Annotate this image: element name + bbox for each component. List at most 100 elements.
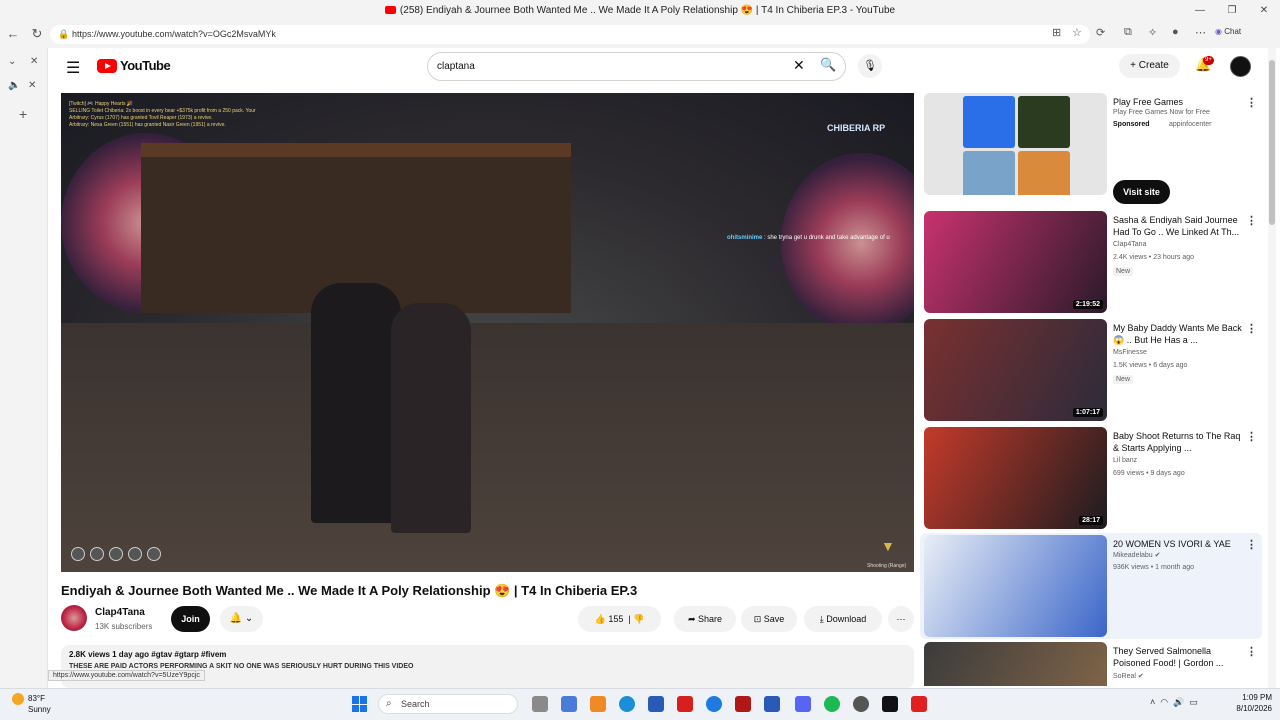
clock-time: 1:09 PM (1242, 693, 1272, 702)
taskbar-clock[interactable]: 1:09 PM 8/10/2026 (1226, 692, 1272, 714)
pinned-app-icon[interactable] (911, 696, 927, 712)
ad-title[interactable]: Play Free Games (1113, 96, 1248, 108)
mail-icon[interactable] (764, 696, 780, 712)
recommendation-channel[interactable]: SoReal ✔ (1113, 672, 1144, 680)
collections-icon[interactable]: ⧉ (1124, 26, 1132, 39)
task-view-icon[interactable] (532, 696, 548, 712)
chat-button[interactable]: ◉ Chat (1215, 27, 1241, 36)
recommendation-channel[interactable]: Lil banz (1113, 457, 1137, 464)
extensions-icon[interactable]: ⟳ (1096, 26, 1105, 39)
channel-avatar[interactable] (61, 605, 87, 631)
video-player[interactable]: [Twitch] 🎮 Happy Hearts 🎉 SELLING Toilet… (61, 93, 914, 572)
pinned-app-icon[interactable] (677, 696, 693, 712)
search-input[interactable]: claptana (427, 52, 846, 81)
visit-site-button[interactable]: Visit site (1113, 180, 1170, 204)
close-window-icon[interactable]: ✕ (1248, 0, 1280, 22)
recommendation-card[interactable]: 28:17 Baby Shoot Returns to The Raq & St… (924, 427, 1264, 531)
more-actions-icon[interactable]: ⋯ (888, 606, 914, 632)
pin-icon[interactable]: ✕ (30, 56, 38, 67)
clear-search-icon[interactable]: ✕ (793, 57, 805, 74)
more-options-icon[interactable]: ⋮ (1246, 430, 1257, 443)
recommendation-card-hovered[interactable]: 20 WOMEN VS IVORI & YAE Mikeadelabu ✔ 93… (920, 533, 1262, 639)
battery-icon[interactable]: ▭ (1189, 697, 1198, 707)
scrollbar-thumb[interactable] (1269, 60, 1275, 225)
recommendation-channel[interactable]: MsFinesse (1113, 349, 1147, 356)
description-box[interactable]: 2.8K views 1 day ago #gtav #gtarp #fivem… (61, 645, 914, 688)
help-icon[interactable] (706, 696, 722, 712)
more-options-icon[interactable]: ⋮ (1246, 96, 1257, 109)
system-tray[interactable]: ˄ ◠ 🔊 ▭ (1150, 697, 1198, 708)
channel-name[interactable]: Clap4Tana (95, 607, 145, 618)
download-button[interactable]: ⤓ Download (804, 606, 882, 632)
game-tile-icon (1018, 151, 1070, 195)
profile-icon[interactable]: ● (1172, 26, 1179, 38)
refresh-icon[interactable]: ↻ (28, 26, 46, 42)
more-menu-icon[interactable]: ⋯ (1195, 26, 1206, 39)
weather-widget[interactable]: 83°F Sunny (12, 693, 51, 715)
recommendation-title[interactable]: My Baby Daddy Wants Me Back 😱 .. But He … (1113, 322, 1248, 346)
recommendation-title[interactable]: 20 WOMEN VS IVORI & YAE (1113, 538, 1248, 550)
copilot-app-icon[interactable] (561, 696, 577, 712)
more-options-icon[interactable]: ⋮ (1246, 322, 1257, 335)
menu-icon[interactable]: ☰ (66, 58, 80, 78)
recommendation-card[interactable]: They Served Salmonella Poisoned Food! | … (924, 642, 1264, 686)
voice-search-icon[interactable]: 🎙 (858, 54, 882, 78)
more-options-icon[interactable]: ⋮ (1246, 538, 1257, 551)
more-options-icon[interactable]: ⋮ (1246, 645, 1257, 658)
duration-badge: 1:07:17 (1072, 408, 1103, 417)
health-icon (71, 547, 85, 561)
sponsored-ad[interactable]: Play Free Games Play Free Games Now for … (924, 93, 1264, 208)
pinned-app-icon[interactable] (590, 696, 606, 712)
discord-icon[interactable] (795, 696, 811, 712)
video-thumbnail[interactable]: 2:19:52 (924, 211, 1107, 313)
youtube-logo[interactable]: YouTube (97, 58, 171, 73)
windows-taskbar (0, 688, 1280, 720)
recommendation-title[interactable]: They Served Salmonella Poisoned Food! | … (1113, 645, 1248, 669)
ad-thumbnail[interactable] (924, 93, 1107, 195)
subscription-bell-button[interactable]: 🔔 ⌄ (220, 606, 263, 632)
user-avatar[interactable] (1230, 56, 1251, 77)
recommendation-card[interactable]: 1:07:17 My Baby Daddy Wants Me Back 😱 ..… (924, 319, 1264, 423)
more-options-icon[interactable]: ⋮ (1246, 214, 1257, 227)
recommendation-channel[interactable]: Mikeadelabu ✔ (1113, 551, 1161, 559)
favorites-icon[interactable]: ✧ (1148, 26, 1157, 39)
save-button[interactable]: ⊡ Save (741, 606, 797, 632)
volume-icon[interactable]: 🔊 (1173, 697, 1184, 707)
address-bar[interactable]: 🔒 https://www.youtube.com/watch?v=OGc2Ms… (50, 25, 1090, 44)
audio-tab-icon[interactable]: 🔈 (8, 80, 20, 91)
join-button[interactable]: Join (171, 606, 210, 632)
settings-gear-icon[interactable] (853, 696, 869, 712)
video-thumbnail[interactable]: 1:07:17 (924, 319, 1107, 421)
taskbar-search[interactable]: ⌕ Search (378, 694, 518, 714)
search-icon[interactable]: 🔍 (820, 57, 836, 73)
pinned-app-icon[interactable] (735, 696, 751, 712)
windows-start-icon[interactable] (352, 696, 368, 712)
create-button[interactable]: + Create (1119, 54, 1180, 78)
recommendation-title[interactable]: Sasha & Endiyah Said Journee Had To Go .… (1113, 214, 1248, 238)
maximize-icon[interactable]: ❐ (1216, 0, 1248, 22)
favorite-star-icon[interactable]: ☆ (1072, 26, 1082, 39)
close-tab-icon[interactable]: ✕ (28, 80, 36, 91)
recommendation-title[interactable]: Baby Shoot Returns to The Raq & Starts A… (1113, 430, 1248, 454)
thumbs-down-icon[interactable]: 👎 (633, 614, 644, 624)
tiktok-icon[interactable] (882, 696, 898, 712)
video-thumbnail[interactable] (924, 642, 1107, 686)
chat-label: Chat (1224, 27, 1242, 36)
video-thumbnail[interactable] (924, 535, 1107, 637)
festive-lights-right (781, 153, 914, 333)
collapse-tabs-icon[interactable]: ⌄ (8, 56, 16, 67)
edge-browser-icon[interactable] (619, 696, 635, 712)
video-thumbnail[interactable]: 28:17 (924, 427, 1107, 529)
chevron-up-icon[interactable]: ˄ (1150, 697, 1155, 707)
new-tab-icon[interactable]: + (19, 106, 27, 122)
reader-icon[interactable]: ⊞ (1052, 26, 1061, 39)
recommendation-card[interactable]: 2:19:52 Sasha & Endiyah Said Journee Had… (924, 211, 1264, 315)
spotify-icon[interactable] (824, 696, 840, 712)
wifi-icon[interactable]: ◠ (1160, 697, 1168, 707)
store-icon[interactable] (648, 696, 664, 712)
share-button[interactable]: ➦ Share (674, 606, 736, 632)
recommendation-channel[interactable]: Clap4Tana (1113, 241, 1146, 248)
back-icon[interactable]: ← (4, 26, 22, 41)
minimize-icon[interactable]: — (1184, 0, 1216, 22)
like-button[interactable]: 👍 155 | 👎 (578, 606, 661, 632)
